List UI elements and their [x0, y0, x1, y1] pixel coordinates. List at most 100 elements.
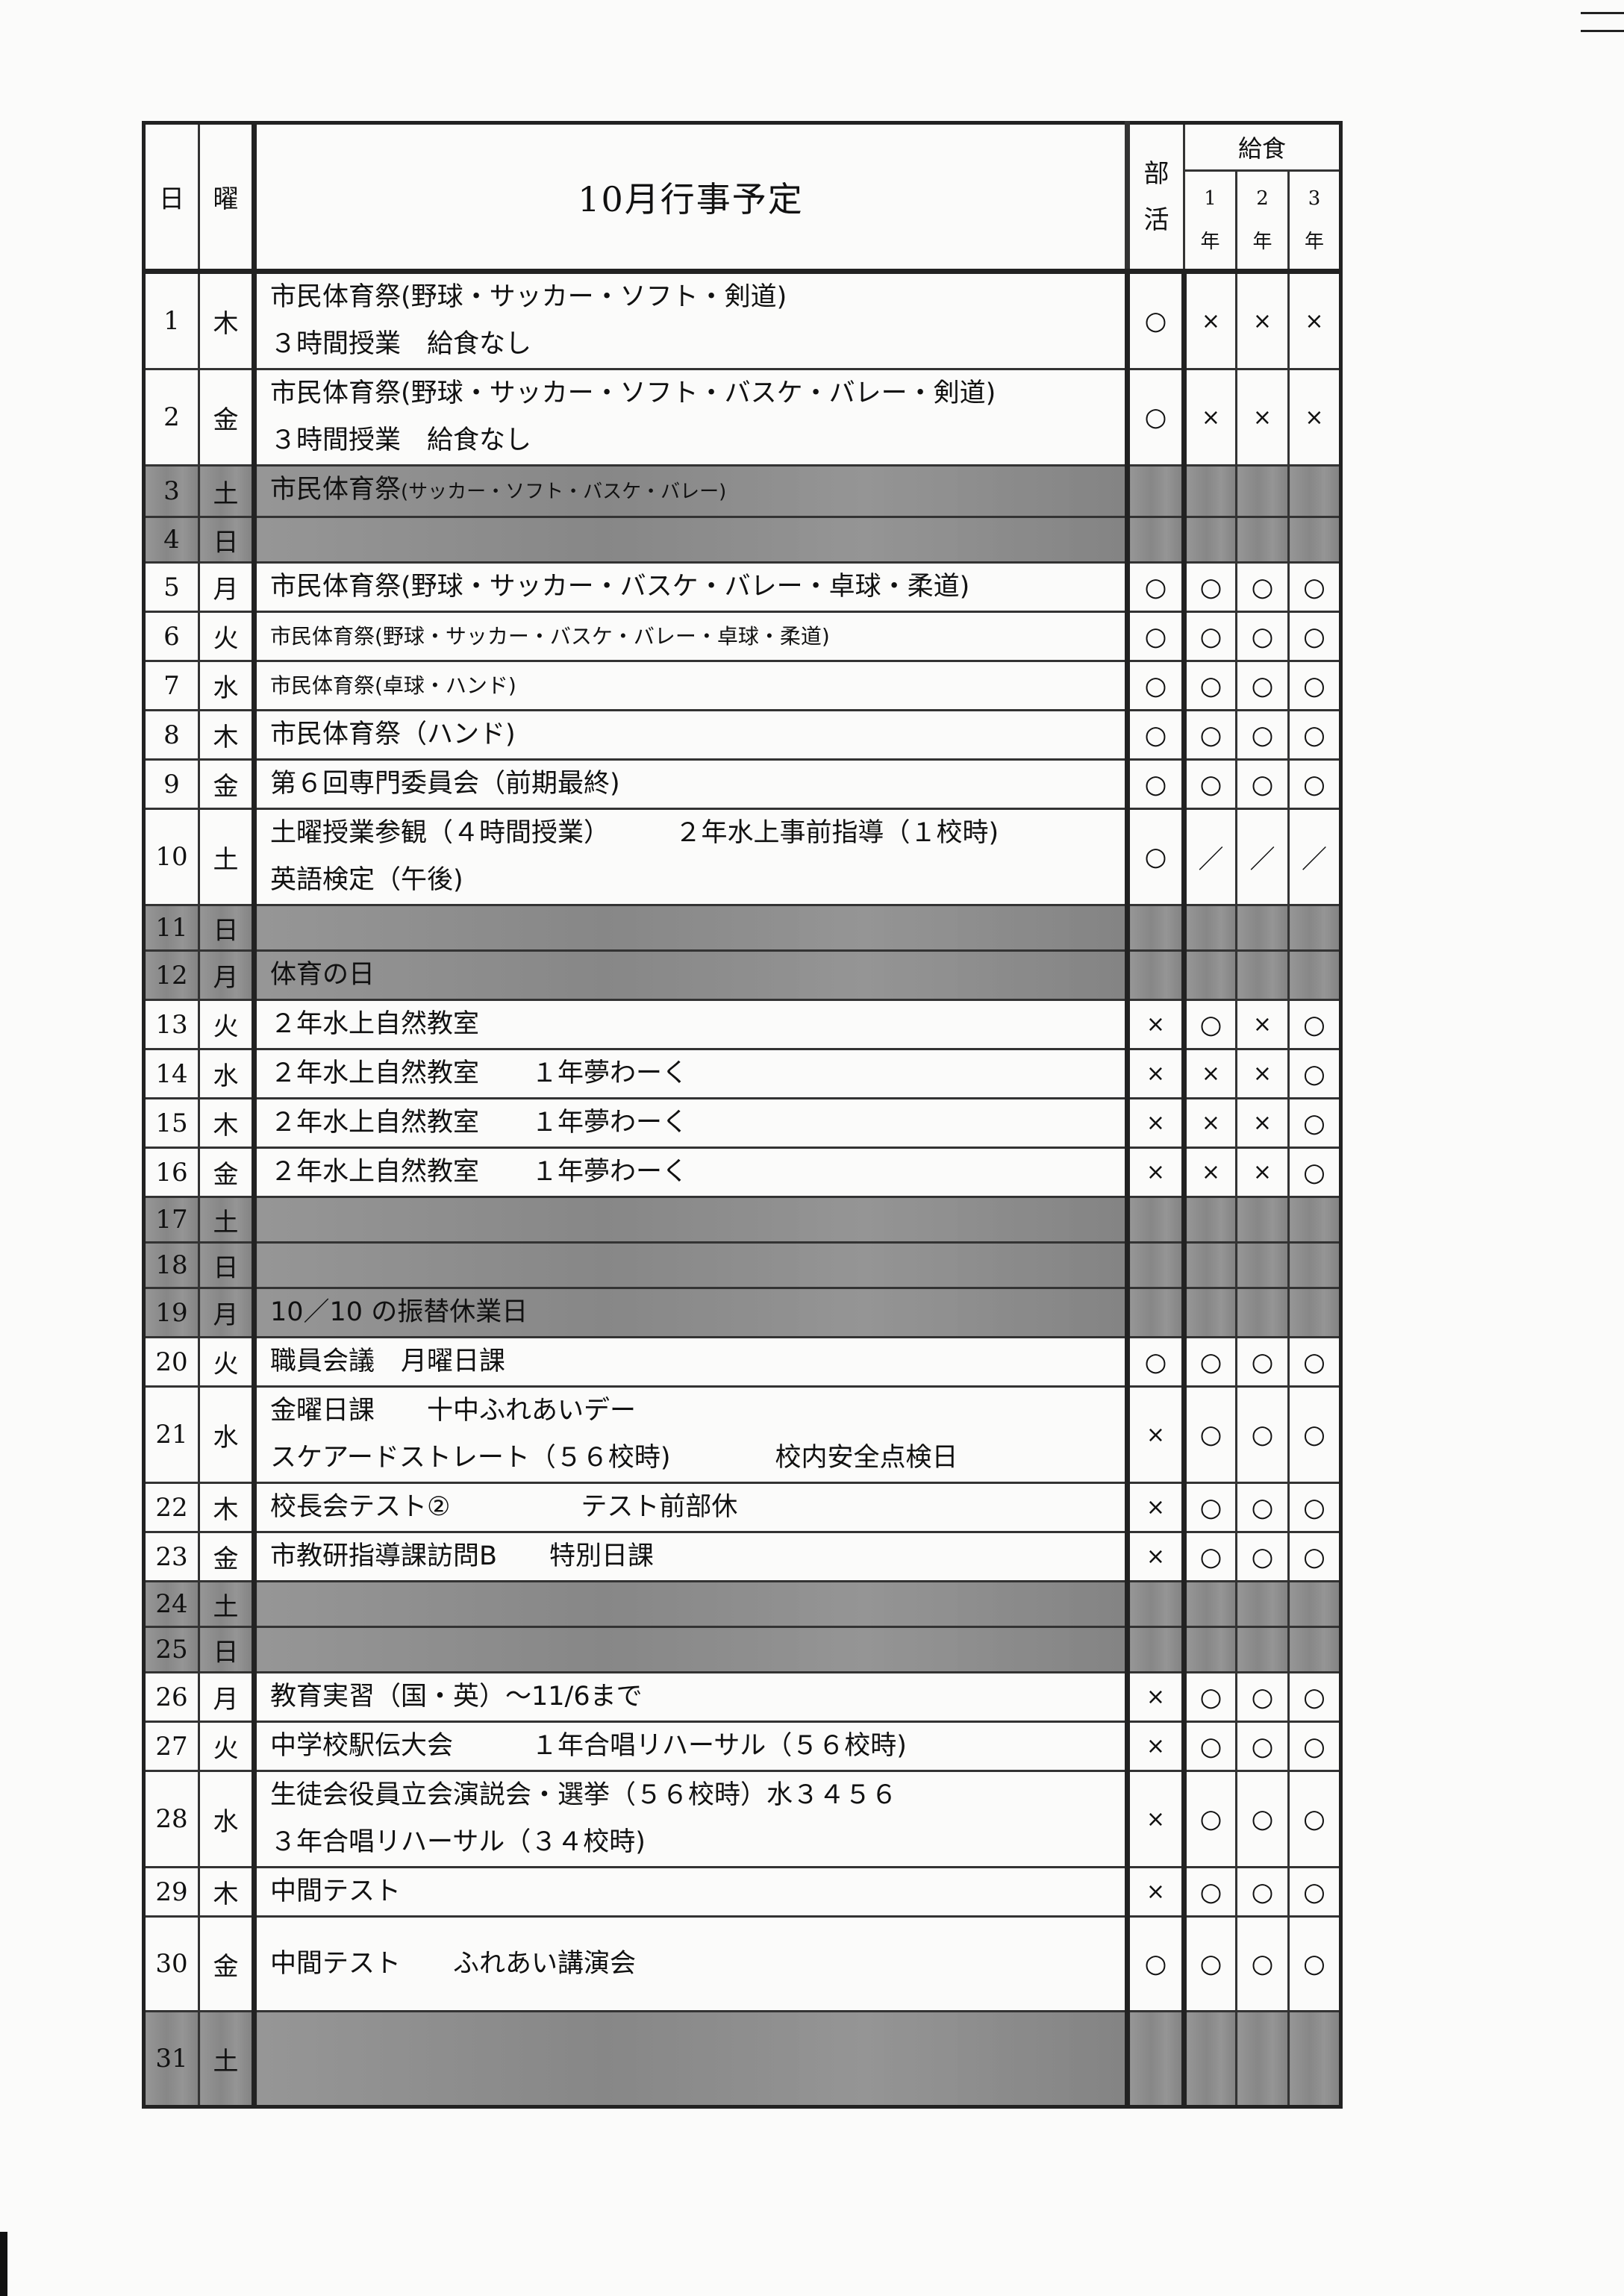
lunch-grade2-mark: × — [1235, 368, 1290, 467]
club-activity-mark: ○ — [1126, 561, 1187, 613]
event-line: 市民体育祭(卓球・ハンド) — [270, 673, 516, 698]
schedule-row: 27 火中学校駅伝大会 １年合唱リハーサル（５６校時) × ○ ○ ○ — [143, 1721, 1342, 1772]
schedule-row: 25 日 — [143, 1626, 1342, 1673]
event-cell — [252, 516, 1130, 564]
lunch-grade3-mark — [1287, 1196, 1342, 1244]
schedule-row: 24 土 — [143, 1580, 1342, 1628]
club-activity-mark — [1126, 1287, 1187, 1338]
club-activity-mark: ○ — [1126, 758, 1187, 810]
scan-edge-mark-left — [0, 2232, 7, 2296]
event-cell: 中学校駅伝大会 １年合唱リハーサル（５６校時) — [252, 1721, 1130, 1772]
event-line: 市民体育祭(野球・サッカー・バスケ・バレー・卓球・柔道) — [270, 572, 970, 602]
lunch-grade1-mark: ○ — [1183, 758, 1237, 810]
lunch-grade1-mark — [1183, 949, 1237, 1001]
schedule-row: 23 金市教研指導課訪問B 特別日課 × ○ ○ ○ — [143, 1531, 1342, 1582]
weekday-cell: 土 — [198, 808, 255, 906]
event-cell: 中間テスト — [252, 1866, 1130, 1918]
event-line: 市民体育祭 — [270, 475, 402, 505]
lunch-grade1-mark — [1183, 464, 1237, 518]
event-line: 市民体育祭(野球・サッカー・バスケ・バレー・卓球・柔道) — [270, 624, 830, 649]
weekday-cell: 土 — [198, 1580, 255, 1628]
event-line: 市民体育祭(野球・サッカー・ソフト・バスケ・バレー・剣道) — [270, 378, 996, 408]
lunch-grade2-mark — [1235, 1196, 1290, 1244]
lunch-grade1-mark: ○ — [1183, 1721, 1237, 1772]
weekday-cell: 水 — [198, 660, 255, 711]
header-club: 部 活 — [1126, 122, 1185, 274]
day-cell: 24 — [143, 1580, 200, 1628]
lunch-grade2-mark: ○ — [1235, 1482, 1290, 1533]
club-activity-mark — [1126, 1241, 1187, 1289]
event-cell: 校長会テスト② テスト前部休 — [252, 1482, 1130, 1533]
schedule-row: 21 水金曜日課 十中ふれあいデー スケアードストレート（５６校時) 校内安全点検日… — [143, 1385, 1342, 1484]
lunch-grade1-mark — [1183, 2010, 1237, 2108]
lunch-grade2-mark: × — [1235, 1147, 1290, 1198]
day-cell: 26 — [143, 1671, 200, 1723]
club-activity-mark: ○ — [1126, 368, 1187, 467]
lunch-grade1-mark: ○ — [1183, 611, 1237, 662]
club-activity-mark: × — [1126, 1048, 1187, 1099]
event-cell: 市民体育祭(サッカー・ソフト・バスケ・バレー) — [252, 464, 1130, 518]
schedule-row: 26 月教育実習（国・英）～11/6まで × ○ ○ ○ — [143, 1671, 1342, 1723]
schedule-row: 28 水生徒会役員立会演説会・選挙（５６校時）水３４５６ ３年合唱リハーサル（３４校… — [143, 1770, 1342, 1868]
lunch-grade1-mark: × — [1183, 368, 1237, 467]
day-cell: 19 — [143, 1287, 200, 1338]
event-line: 10／10 の振替休業日 — [270, 1297, 528, 1327]
lunch-grade1-mark — [1183, 1287, 1237, 1338]
lunch-grade1-mark: ○ — [1183, 999, 1237, 1050]
event-line: スケアードストレート（５６校時) 校内安全点検日 — [270, 1443, 958, 1473]
club-activity-mark: × — [1126, 1866, 1187, 1918]
weekday-cell: 金 — [198, 1915, 255, 2012]
lunch-grade3-mark: ／ — [1287, 808, 1342, 906]
day-cell: 28 — [143, 1770, 200, 1868]
day-cell: 16 — [143, 1147, 200, 1198]
lunch-grade1-mark: ○ — [1183, 561, 1237, 613]
schedule-row: 6 火市民体育祭(野球・サッカー・バスケ・バレー・卓球・柔道) ○ ○ ○ ○ — [143, 611, 1342, 662]
event-cell: 第６回専門委員会（前期最終) — [252, 758, 1130, 810]
lunch-grade1-mark: ○ — [1183, 1866, 1237, 1918]
schedule-row: 22 木校長会テスト② テスト前部休 × ○ ○ ○ — [143, 1482, 1342, 1533]
lunch-grade3-mark — [1287, 1287, 1342, 1338]
club-activity-mark — [1126, 949, 1187, 1001]
lunch-grade2-mark: ○ — [1235, 1721, 1290, 1772]
header-title: 10月行事予定 — [252, 122, 1130, 274]
lunch-grade1-mark: ○ — [1183, 709, 1237, 761]
club-activity-mark: × — [1126, 1097, 1187, 1149]
day-cell: 13 — [143, 999, 200, 1050]
schedule-row: 9 金第６回専門委員会（前期最終) ○ ○ ○ ○ — [143, 758, 1342, 810]
day-cell: 18 — [143, 1241, 200, 1289]
lunch-grade1-mark: ○ — [1183, 1770, 1237, 1868]
day-cell: 10 — [143, 808, 200, 906]
lunch-grade1-mark — [1183, 1196, 1237, 1244]
lunch-grade2-mark: ／ — [1235, 808, 1290, 906]
header-weekday: 曜 — [198, 122, 255, 274]
weekday-cell: 火 — [198, 1721, 255, 1772]
lunch-grade3-mark: ○ — [1287, 1048, 1342, 1099]
lunch-grade2-mark: ○ — [1235, 758, 1290, 810]
lunch-grade3-mark: ○ — [1287, 758, 1342, 810]
day-cell: 20 — [143, 1336, 200, 1388]
event-line: 第６回専門委員会（前期最終) — [270, 769, 620, 799]
event-line: 市民体育祭(野球・サッカー・ソフト・剣道) — [270, 282, 787, 312]
event-cell: 市民体育祭(野球・サッカー・バスケ・バレー・卓球・柔道) — [252, 611, 1130, 662]
club-activity-mark — [1126, 464, 1187, 518]
weekday-cell: 火 — [198, 1336, 255, 1388]
event-line: ３時間授業 給食なし — [270, 329, 532, 359]
event-cell: 市民体育祭(卓球・ハンド) — [252, 660, 1130, 711]
lunch-grade2-mark: ○ — [1235, 1866, 1290, 1918]
schedule-row: 11 日 — [143, 904, 1342, 952]
day-cell: 3 — [143, 464, 200, 518]
lunch-grade1-mark: × — [1183, 1097, 1237, 1149]
event-line-small: (サッカー・ソフト・バスケ・バレー) — [401, 481, 727, 503]
lunch-grade3-mark — [1287, 1580, 1342, 1628]
lunch-grade3-mark: ○ — [1287, 709, 1342, 761]
club-activity-mark — [1126, 1580, 1187, 1628]
event-cell: 10／10 の振替休業日 — [252, 1287, 1130, 1338]
lunch-grade3-mark: ○ — [1287, 1385, 1342, 1484]
event-line: 教育実習（国・英）～11/6まで — [270, 1682, 643, 1712]
event-cell: 金曜日課 十中ふれあいデー スケアードストレート（５６校時) 校内安全点検日 — [252, 1385, 1130, 1484]
event-cell: ２年水上自然教室 １年夢わーく — [252, 1147, 1130, 1198]
schedule-row: 7 水市民体育祭(卓球・ハンド) ○ ○ ○ ○ — [143, 660, 1342, 711]
lunch-grade3-mark: ○ — [1287, 1147, 1342, 1198]
lunch-grade1-mark: × — [1183, 270, 1237, 370]
club-activity-mark: × — [1126, 1770, 1187, 1868]
